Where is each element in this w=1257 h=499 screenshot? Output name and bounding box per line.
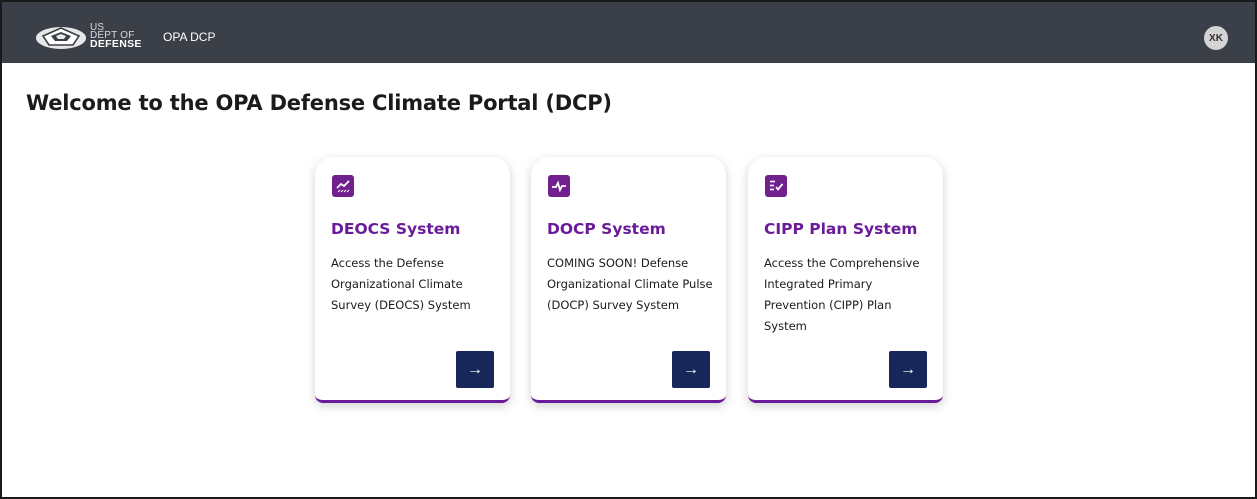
card-title: CIPP Plan System xyxy=(764,220,918,238)
logo-line-defense: DEFENSE xyxy=(90,38,142,50)
card-title: DEOCS System xyxy=(331,220,461,238)
page-title: Welcome to the OPA Defense Climate Porta… xyxy=(26,91,612,115)
open-deocs-button[interactable]: → xyxy=(456,351,494,388)
pulse-icon xyxy=(548,175,570,197)
card-cipp-plan-system: CIPP Plan System Access the Comprehensiv… xyxy=(748,157,943,403)
arrow-right-icon: → xyxy=(683,360,699,378)
card-description: Access the Defense Organizational Climat… xyxy=(331,256,471,312)
arrow-right-icon: → xyxy=(900,360,916,378)
app-title[interactable]: OPA DCP xyxy=(163,30,215,44)
card-description: COMING SOON! Defense Organizational Clim… xyxy=(547,256,713,312)
checklist-icon xyxy=(765,175,787,197)
arrow-right-icon: → xyxy=(467,360,483,378)
top-navigation-bar: US DEPT OF DEFENSE OPA DCP XK xyxy=(0,0,1257,63)
card-title: DOCP System xyxy=(547,220,666,238)
open-cipp-button[interactable]: → xyxy=(889,351,927,388)
dod-logo[interactable]: US DEPT OF DEFENSE xyxy=(34,20,149,52)
chart-trend-icon xyxy=(332,175,354,197)
pentagon-icon xyxy=(36,27,86,49)
card-docp-system: DOCP System COMING SOON! Defense Organiz… xyxy=(531,157,726,403)
user-avatar[interactable]: XK xyxy=(1204,26,1228,50)
card-deocs-system: DEOCS System Access the Defense Organiza… xyxy=(315,157,510,403)
open-docp-button[interactable]: → xyxy=(672,351,710,388)
card-description: Access the Comprehensive Integrated Prim… xyxy=(764,256,920,333)
